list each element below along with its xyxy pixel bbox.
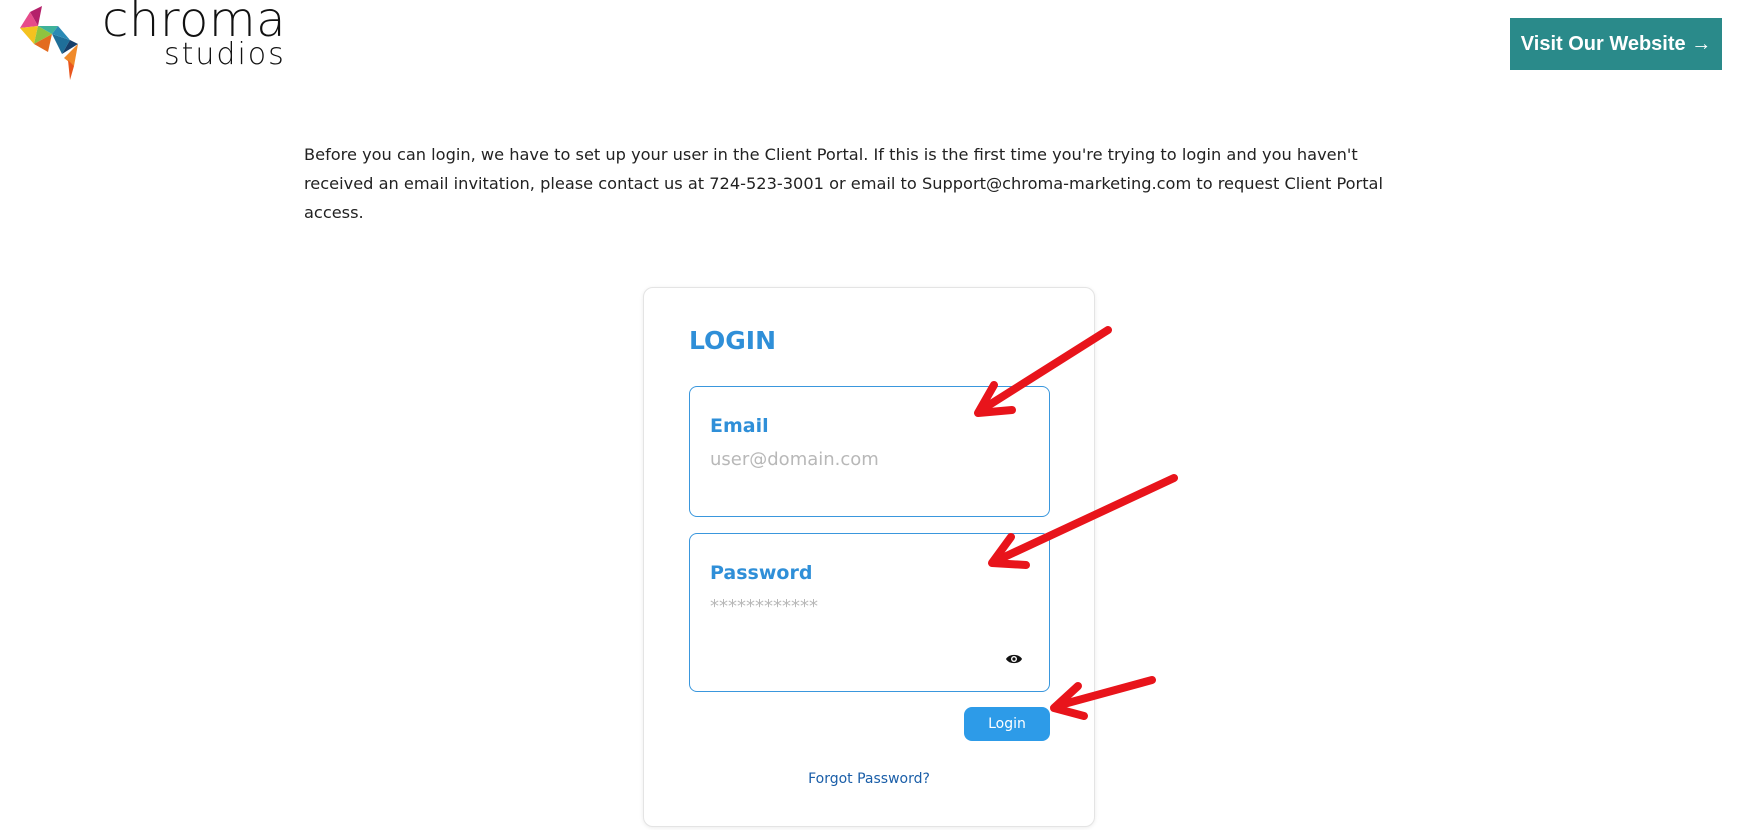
email-input[interactable] [710, 449, 1020, 470]
eye-icon[interactable] [1005, 653, 1023, 665]
visit-website-button[interactable]: Visit Our Website → [1510, 18, 1722, 70]
email-label: Email [710, 415, 769, 437]
logo-mark-icon [20, 6, 78, 80]
login-title: LOGIN [689, 326, 777, 355]
login-button[interactable]: Login [964, 707, 1050, 741]
client-portal-notice: Before you can login, we have to set up … [304, 145, 1383, 223]
login-card: LOGIN Email Password Login Forgot Passwo… [643, 287, 1095, 827]
email-field[interactable]: Email [689, 386, 1050, 517]
forgot-password-link[interactable]: Forgot Password? [644, 771, 1094, 787]
password-input[interactable] [710, 596, 1020, 617]
password-field[interactable]: Password [689, 533, 1050, 692]
chroma-studios-logo[interactable]: chroma studios [18, 0, 286, 86]
logo-text-studios: studios [164, 37, 286, 72]
password-label: Password [710, 562, 813, 584]
